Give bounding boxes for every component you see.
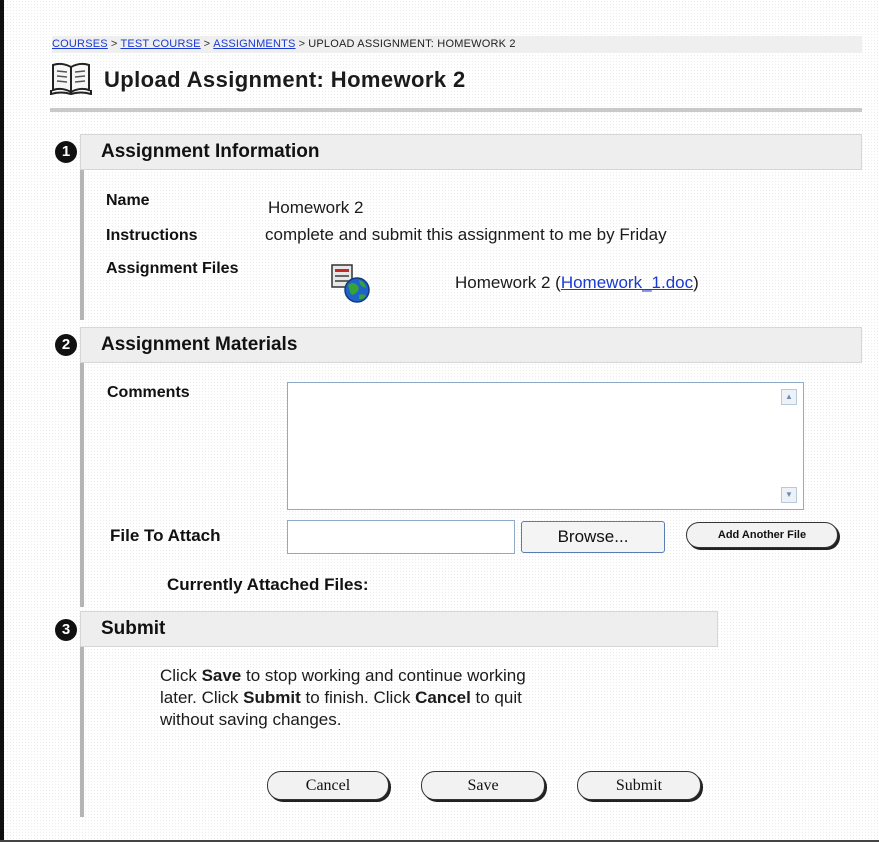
- section-3-header: Submit: [80, 611, 718, 647]
- browse-button[interactable]: Browse...: [521, 521, 665, 553]
- breadcrumb-separator: >: [110, 38, 118, 50]
- section-2-rail: [80, 363, 84, 607]
- save-button[interactable]: Save: [421, 771, 545, 800]
- file-path-input[interactable]: [287, 520, 515, 554]
- add-another-file-button[interactable]: Add Another File: [686, 522, 838, 548]
- section-2-header: Assignment Materials: [80, 327, 862, 363]
- page-header: Upload Assignment: Homework 2: [50, 60, 466, 100]
- comments-textarea[interactable]: ▲ ▼: [287, 382, 804, 510]
- instructions-label: Instructions: [106, 227, 198, 244]
- section-3-rail: [80, 647, 84, 817]
- instructions-line-1: Click Save to stop working and continue …: [160, 666, 526, 685]
- breadcrumb: COURSES > TEST COURSE > ASSIGNMENTS > UPLOAD A…: [52, 36, 862, 53]
- scroll-down-icon[interactable]: ▼: [781, 487, 797, 503]
- file-title: Homework 2: [455, 273, 551, 292]
- file-paren-close: ): [693, 273, 699, 292]
- file-download-link[interactable]: Homework_1.doc: [561, 273, 693, 292]
- breadcrumb-courses-link[interactable]: COURSES: [52, 38, 108, 50]
- breadcrumb-assignments-link[interactable]: ASSIGNMENTS: [213, 38, 295, 50]
- name-value: Homework 2: [268, 198, 364, 217]
- currently-attached-files-label: Currently Attached Files:: [167, 575, 369, 594]
- file-to-attach-label: File To Attach: [110, 526, 221, 545]
- assignment-files-label: Assignment Files: [106, 260, 239, 277]
- comments-label: Comments: [107, 384, 190, 401]
- breadcrumb-separator: >: [298, 38, 306, 50]
- document-globe-icon: [330, 263, 372, 310]
- step-2-badge: 2: [55, 334, 77, 356]
- instructions-value: complete and submit this assignment to m…: [265, 225, 667, 244]
- step-3-badge: 3: [55, 619, 77, 641]
- section-1-header: Assignment Information: [80, 134, 862, 170]
- cancel-button[interactable]: Cancel: [267, 771, 389, 800]
- assignment-file-entry: Homework 2 (Homework_1.doc): [455, 273, 699, 293]
- submit-button[interactable]: Submit: [577, 771, 701, 800]
- submit-instructions: Click Save to stop working and continue …: [160, 665, 720, 731]
- scroll-up-icon[interactable]: ▲: [781, 389, 797, 405]
- instructions-line-3: without saving changes.: [160, 710, 342, 729]
- page-title: Upload Assignment: Homework 2: [104, 67, 466, 92]
- title-divider: [50, 108, 862, 112]
- window-left-border: [0, 0, 4, 842]
- breadcrumb-current: UPLOAD ASSIGNMENT: HOMEWORK 2: [308, 38, 516, 50]
- open-book-icon: [50, 61, 92, 100]
- step-1-badge: 1: [55, 141, 77, 163]
- section-1-rail: [80, 170, 84, 320]
- breadcrumb-test-course-link[interactable]: TEST COURSE: [120, 38, 200, 50]
- breadcrumb-separator: >: [203, 38, 211, 50]
- instructions-line-2: later. Click Submit to finish. Click Can…: [160, 688, 522, 707]
- name-label: Name: [106, 192, 150, 209]
